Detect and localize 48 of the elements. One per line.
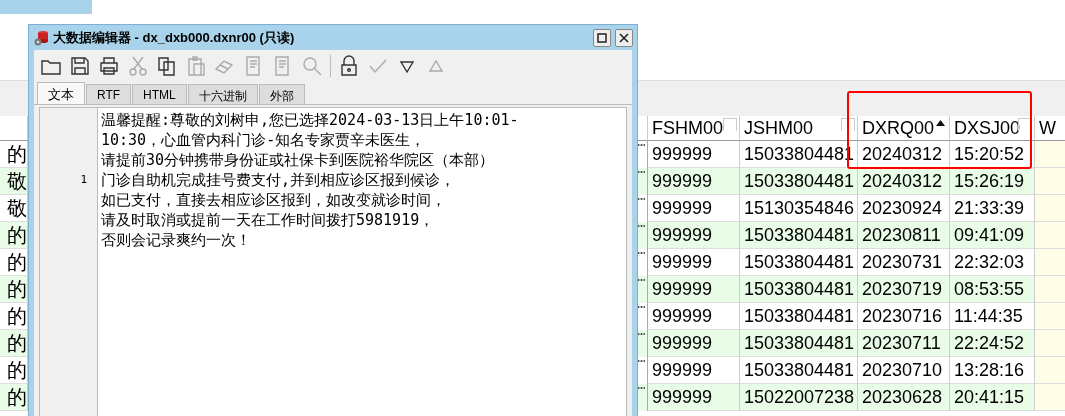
close-button[interactable] [615,28,633,47]
lock-icon[interactable] [338,55,360,77]
table-cell: 15033804481 [740,330,858,357]
close-icon [619,32,629,43]
maximize-button[interactable] [593,28,611,47]
table-cell: 999999 [648,276,740,303]
column-filter-icon[interactable] [841,118,855,131]
tab[interactable]: RTF [86,84,132,104]
copy-icon[interactable] [156,55,178,77]
table-cell: 20230628 [858,384,950,411]
table-cell: 999999 [648,222,740,249]
column-header[interactable]: DXRQ00 [858,116,950,141]
tab[interactable]: 文本 [37,82,85,104]
column-header[interactable]: W [1035,116,1065,141]
text-line: 如已支付，直接去相应诊区报到，如改变就诊时间， [101,190,447,210]
database-gear-icon [33,29,49,46]
text-line: 请提前30分钟携带身份证或社保卡到医院裕华院区（本部） [101,150,496,170]
table-cell: 20240312 [858,141,950,168]
tab[interactable]: 十六进制 [187,84,258,104]
table-cell: 999999 [648,330,740,357]
table-cell: 20230719 [858,276,950,303]
printer-icon[interactable] [98,55,120,77]
text-area[interactable]: 温馨提醒:尊敬的刘树申,您已选择2024-03-13日上午10:01- 10:30，心血管内科门诊-知名专家贾辛未医生， 请提前30分钟携带身份证或社保卡到医院裕华院区（本部） 门诊自助机完成挂号费支付,并到相应诊区报到候诊， 如已支付，直接去相应诊区报到，如改变就诊时间， 请及时取消或提前一天在工作时间拨打5981919， 否则会记录爽约一次！ [98,108,626,416]
text-line: 门诊自助机完成挂号费支付,并到相应诊区报到候诊， [101,170,457,190]
table-cell: 20230811 [858,222,950,249]
column-header[interactable]: DXSJ00 [950,116,1035,141]
table-cell: 15033804481 [740,276,858,303]
table-cell: 999999 [648,384,740,411]
tab[interactable]: HTML [132,84,187,104]
text-line: 10:30，心血管内科门诊-知名专家贾辛未医生， [101,130,427,150]
table-cell: 999999 [648,168,740,195]
text-line: 请及时取消或提前一天在工作时间拨打5981919， [101,210,436,230]
column-header[interactable]: JSHM00 [740,116,858,141]
tab[interactable]: 外部 [258,84,305,104]
column-filter-icon[interactable] [1018,118,1032,131]
table-cell: 15033804481 [740,222,858,249]
maximize-icon [597,32,607,43]
column-header[interactable] [0,116,28,141]
text-line: 否则会记录爽约一次！ [101,230,252,250]
table-cell: 15033804481 [740,168,858,195]
save-icon[interactable] [69,55,91,77]
line-number: 1 [80,173,87,186]
window-title: 大数据编辑器 - dx_dxb000.dxnr00 (只读) [53,28,296,47]
table-cell: 15022007238 [740,384,858,411]
column-header[interactable]: FSHM00 [648,116,740,141]
text-line: 温馨提醒:尊敬的刘树申,您已选择2024-03-13日上午10:01- [101,110,520,130]
table-cell: 20230711 [858,330,950,357]
table-cell: 20240312 [858,168,950,195]
